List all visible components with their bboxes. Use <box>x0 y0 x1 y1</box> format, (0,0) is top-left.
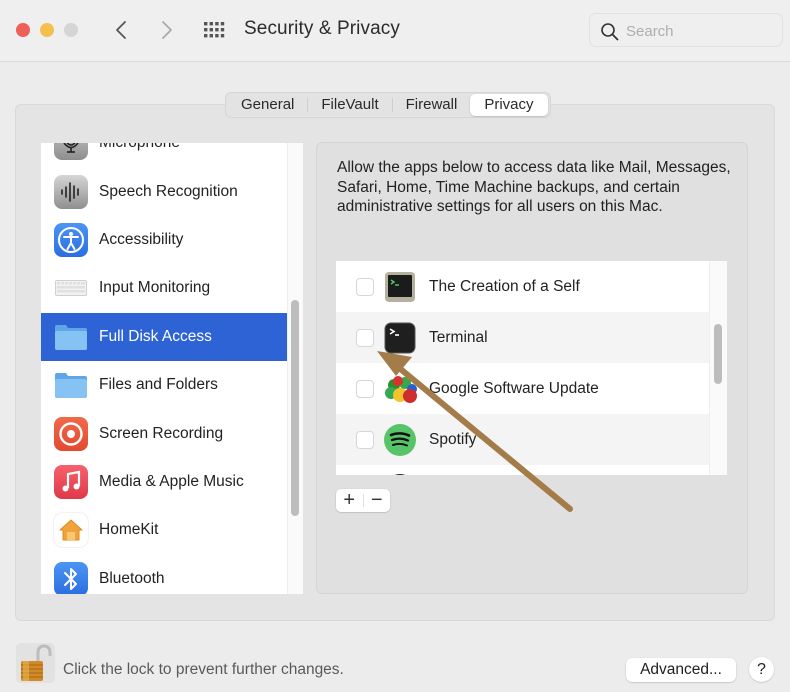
lock-button[interactable] <box>16 643 55 683</box>
app-name: Terminal <box>429 328 488 346</box>
sidebar-item-files-and-folders[interactable]: Files and Folders <box>41 361 287 409</box>
app-checkbox[interactable] <box>356 277 374 296</box>
home-icon <box>54 513 88 548</box>
window-title: Security & Privacy <box>244 18 400 39</box>
help-button[interactable]: ? <box>749 657 774 682</box>
unlocked-lock-icon <box>21 644 52 681</box>
tab-filevault[interactable]: FileVault <box>308 94 391 116</box>
app-icon <box>384 473 416 475</box>
screen-recording-icon <box>54 416 88 451</box>
terminal-icon <box>384 322 416 354</box>
privacy-category-list: Microphone Speech Recognition Accessibil… <box>41 143 303 594</box>
app-row-spotify[interactable]: Spotify <box>336 414 709 465</box>
sidebar-item-label: Screen Recording <box>99 424 224 442</box>
close-window-button[interactable] <box>16 23 30 37</box>
add-remove-control: + − <box>336 489 390 512</box>
sidebar-item-speech-recognition[interactable]: Speech Recognition <box>41 167 287 215</box>
search-input[interactable] <box>626 20 776 42</box>
advanced-button[interactable]: Advanced... <box>626 658 736 682</box>
sidebar-item-media-apple-music[interactable]: Media & Apple Music <box>41 458 287 506</box>
app-checkbox[interactable] <box>356 328 374 347</box>
app-list-scrollbar-thumb[interactable] <box>714 324 722 384</box>
tab-privacy[interactable]: Privacy <box>470 94 548 116</box>
sidebar-scrollbar-thumb[interactable] <box>291 300 299 516</box>
sidebar-item-label: Input Monitoring <box>99 279 211 297</box>
app-checkbox[interactable] <box>356 379 374 398</box>
sidebar-item-label: Microphone <box>99 143 180 152</box>
minimize-window-button[interactable] <box>40 23 54 37</box>
music-icon <box>54 464 88 499</box>
search-icon <box>601 23 619 41</box>
app-name: The Creation of a Self <box>429 277 580 295</box>
show-all-button[interactable] <box>203 21 227 39</box>
add-app-button[interactable]: + <box>336 489 363 512</box>
microphone-icon <box>54 143 88 161</box>
search-field[interactable] <box>589 13 783 47</box>
sidebar-item-accessibility[interactable]: Accessibility <box>41 216 287 264</box>
lock-status-text: Click the lock to prevent further change… <box>63 661 344 678</box>
panel-description: Allow the apps below to access data like… <box>337 159 731 215</box>
back-button[interactable] <box>112 16 132 44</box>
app-list: The Creation of a Self Terminal Google S… <box>336 261 727 475</box>
zoom-window-button[interactable] <box>64 23 78 37</box>
sidebar-item-label: Accessibility <box>99 230 184 248</box>
sidebar-item-bluetooth[interactable]: Bluetooth <box>41 555 287 594</box>
app-name: Google Software Update <box>429 379 599 397</box>
app-row-the-creation-of-a-self[interactable]: The Creation of a Self <box>336 261 709 312</box>
speech-recognition-icon <box>54 174 88 209</box>
sidebar-item-screen-recording[interactable]: Screen Recording <box>41 409 287 457</box>
folder-icon <box>54 368 88 402</box>
accessibility-icon <box>54 222 88 257</box>
sidebar-item-label: Files and Folders <box>99 376 218 394</box>
tab-general[interactable]: General <box>228 94 307 116</box>
chevron-right-icon <box>162 21 172 39</box>
remove-app-button[interactable]: − <box>364 489 391 512</box>
keyboard-icon <box>54 271 88 305</box>
sidebar-item-microphone[interactable]: Microphone <box>41 143 287 167</box>
folder-icon <box>54 320 88 354</box>
grid-icon <box>204 22 225 38</box>
google-software-update-icon <box>384 373 417 405</box>
app-name: Spotify <box>429 430 477 448</box>
sidebar-item-homekit[interactable]: HomeKit <box>41 506 287 554</box>
sidebar-item-full-disk-access[interactable]: Full Disk Access <box>41 312 287 361</box>
chevron-left-icon <box>116 21 126 39</box>
sidebar-item-label: Media & Apple Music <box>99 472 244 490</box>
app-checkbox[interactable] <box>356 430 374 449</box>
bluetooth-icon <box>54 561 88 594</box>
spotify-icon <box>384 423 416 456</box>
sidebar-item-input-monitoring[interactable]: Input Monitoring <box>41 264 287 312</box>
forward-button[interactable] <box>157 16 177 44</box>
terminal-app-icon <box>384 271 416 303</box>
titlebar: Security & Privacy <box>0 0 790 62</box>
app-row-terminal[interactable]: Terminal <box>336 312 709 363</box>
sidebar-item-label: Full Disk Access <box>99 327 212 345</box>
sidebar-item-label: Speech Recognition <box>99 182 238 200</box>
sidebar-item-label: Bluetooth <box>99 569 165 587</box>
tab-firewall[interactable]: Firewall <box>393 94 471 116</box>
app-row-partial <box>336 465 709 475</box>
tab-bar: General FileVault Firewall Privacy <box>225 92 551 118</box>
app-row-google-software-update[interactable]: Google Software Update <box>336 363 709 414</box>
sidebar-item-label: HomeKit <box>99 521 159 539</box>
